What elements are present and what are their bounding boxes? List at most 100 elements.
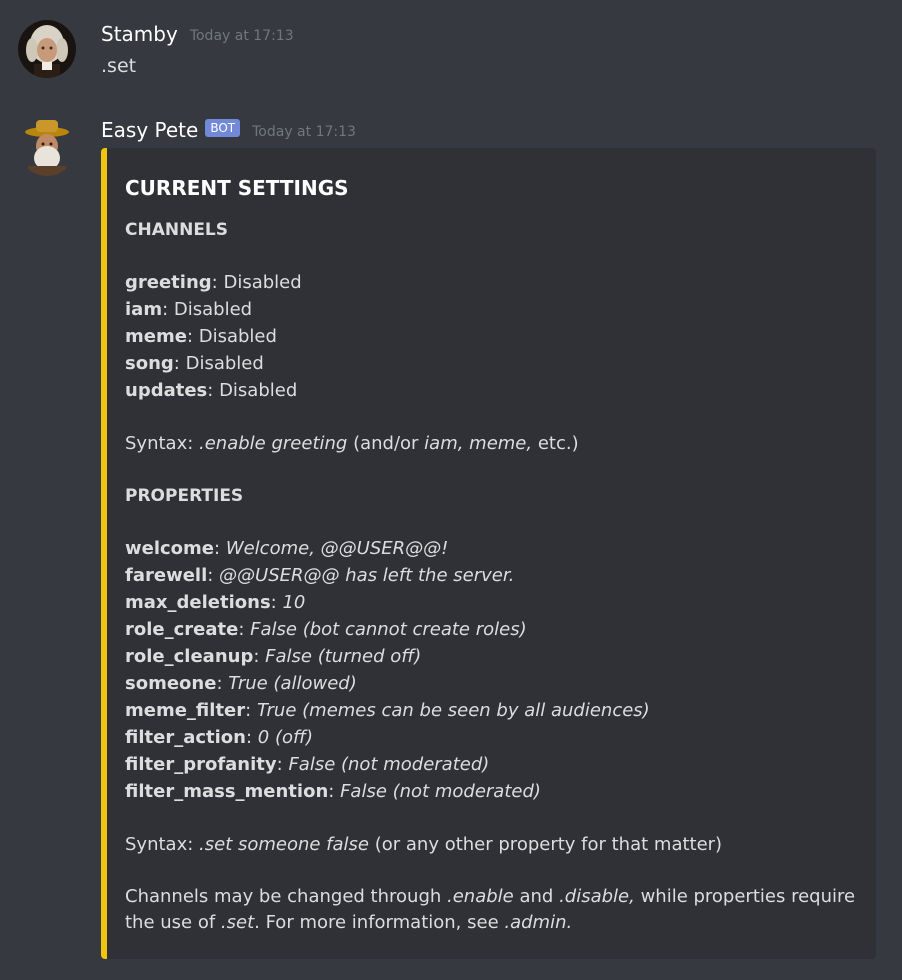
portrait-avatar-icon	[18, 20, 76, 78]
property-row: filter_mass_mention: False (not moderate…	[125, 778, 860, 805]
property-value: False (not moderated)	[340, 781, 541, 802]
note-text: Channels may be changed through	[125, 886, 447, 907]
channel-row: updates: Disabled	[125, 377, 860, 404]
separator: :	[276, 754, 289, 775]
channel-name: meme	[125, 326, 187, 347]
syntax-command: .enable greeting	[199, 433, 348, 454]
separator: :	[216, 673, 229, 694]
property-row: max_deletions: 10	[125, 589, 860, 616]
channel-value: Disabled	[198, 326, 277, 347]
channel-value: Disabled	[219, 380, 298, 401]
note-command: .set	[220, 912, 255, 933]
syntax-suffix: (or any other property for that matter)	[369, 834, 723, 855]
channel-value: Disabled	[173, 299, 253, 320]
channel-name: greeting	[125, 272, 212, 293]
property-name: role_cleanup	[125, 646, 254, 667]
embed-body: CURRENT SETTINGS CHANNELS greeting: Disa…	[125, 175, 860, 936]
channel-name: song	[125, 353, 174, 374]
avatar-easy-pete[interactable]	[18, 118, 76, 176]
message-header: Easy Pete BOT Today at 17:13	[101, 116, 356, 144]
note-text: and	[513, 886, 560, 907]
settings-embed: CURRENT SETTINGS CHANNELS greeting: Disa…	[101, 148, 876, 959]
footer-note: Channels may be changed through .enable …	[125, 884, 860, 936]
message-easy-pete: Easy Pete BOT Today at 17:13 CURRENT SET…	[0, 108, 902, 980]
timestamp: Today at 17:13	[252, 124, 356, 140]
property-name: meme_filter	[125, 700, 246, 721]
username[interactable]: Stamby	[101, 22, 178, 46]
property-row: someone: True (allowed)	[125, 670, 860, 697]
property-value: Welcome, @@USER@@!	[225, 538, 449, 559]
separator: :	[270, 592, 283, 613]
property-name: filter_profanity	[125, 754, 277, 775]
syntax-middle: (and/or	[347, 433, 425, 454]
property-name: farewell	[125, 565, 208, 586]
property-name: filter_action	[125, 727, 246, 748]
property-value: True (allowed)	[228, 673, 357, 694]
note-command: .admin.	[504, 912, 573, 933]
property-name: max_deletions	[125, 592, 271, 613]
note-command: .enable	[447, 886, 514, 907]
property-row: meme_filter: True (memes can be seen by …	[125, 697, 860, 724]
channel-row: greeting: Disabled	[125, 269, 860, 296]
property-value: 10	[282, 592, 306, 613]
property-row: farewell: @@USER@@ has left the server.	[125, 562, 860, 589]
channels-heading: CHANNELS	[125, 220, 229, 240]
separator: :	[173, 353, 186, 374]
channel-row: iam: Disabled	[125, 296, 860, 323]
separator: :	[207, 380, 220, 401]
syntax-prefix: Syntax:	[125, 834, 200, 855]
properties-heading: PROPERTIES	[125, 486, 244, 506]
timestamp: Today at 17:13	[189, 28, 294, 44]
property-name: welcome	[125, 538, 215, 559]
bot-badge: BOT	[205, 119, 241, 137]
cowboy-avatar-icon	[18, 118, 76, 176]
channel-row: song: Disabled	[125, 350, 860, 377]
separator: :	[245, 700, 257, 721]
property-value: @@USER@@ has left the server.	[219, 565, 515, 586]
message-content: .set	[101, 55, 137, 77]
property-name: filter_mass_mention	[125, 781, 329, 802]
embed-title: CURRENT SETTINGS	[125, 176, 349, 200]
syntax-prefix: Syntax:	[125, 433, 200, 454]
channel-name: updates	[125, 380, 208, 401]
syntax-examples: iam, meme,	[424, 433, 533, 454]
property-value: False (turned off)	[265, 646, 422, 667]
separator: :	[253, 646, 266, 667]
channel-name: iam	[125, 299, 163, 320]
channel-value: Disabled	[185, 353, 264, 374]
separator: :	[328, 781, 341, 802]
property-row: filter_action: 0 (off)	[125, 724, 860, 751]
separator: :	[207, 565, 220, 586]
message-header: Stamby Today at 17:13	[101, 20, 294, 48]
channel-row: meme: Disabled	[125, 323, 860, 350]
syntax-command: .set someone false	[199, 834, 370, 855]
property-name: role_create	[125, 619, 239, 640]
property-row: welcome: Welcome, @@USER@@!	[125, 535, 860, 562]
property-value: False (bot cannot create roles)	[250, 619, 527, 640]
property-value: False (not moderated)	[288, 754, 490, 775]
property-value: True (memes can be seen by all audiences…	[256, 700, 650, 721]
separator: :	[211, 272, 224, 293]
property-row: filter_profanity: False (not moderated)	[125, 751, 860, 778]
separator: :	[238, 619, 251, 640]
property-value: 0 (off)	[257, 727, 314, 748]
separator: :	[214, 538, 226, 559]
syntax-suffix: etc.)	[532, 433, 579, 454]
message-stamby: Stamby Today at 17:13 .set	[0, 0, 902, 100]
channels-syntax: Syntax: .enable greeting (and/or iam, me…	[125, 430, 860, 457]
note-command: .disable,	[559, 886, 635, 907]
separator: :	[162, 299, 174, 320]
separator: :	[186, 326, 199, 347]
note-text: . For more information, see	[254, 912, 505, 933]
avatar-stamby[interactable]	[18, 20, 76, 78]
property-name: someone	[125, 673, 217, 694]
channels-list: greeting: Disabled iam: Disabled meme: D…	[125, 269, 860, 404]
property-row: role_cleanup: False (turned off)	[125, 643, 860, 670]
username[interactable]: Easy Pete	[101, 118, 198, 142]
properties-syntax: Syntax: .set someone false (or any other…	[125, 831, 860, 858]
property-row: role_create: False (bot cannot create ro…	[125, 616, 860, 643]
separator: :	[245, 727, 258, 748]
embed-accent-bar	[101, 148, 107, 959]
properties-list: welcome: Welcome, @@USER@@! farewell: @@…	[125, 535, 860, 805]
channel-value: Disabled	[223, 272, 302, 293]
